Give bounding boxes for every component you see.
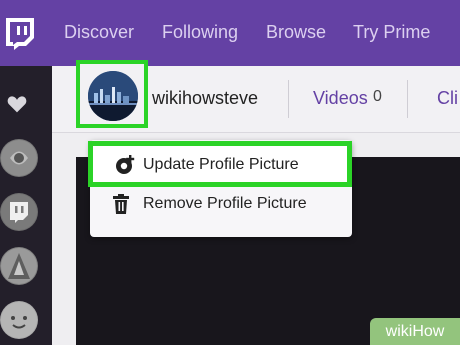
update-profile-picture-label: Update Profile Picture — [143, 156, 299, 173]
nav-discover[interactable]: Discover — [64, 22, 134, 43]
profile-avatar[interactable] — [88, 71, 138, 121]
update-profile-picture-item[interactable]: Update Profile Picture — [88, 141, 352, 187]
trash-icon — [113, 194, 129, 214]
twitch-logo-icon — [1, 194, 37, 230]
followed-channel-avatar[interactable] — [0, 247, 38, 285]
heart-icon[interactable] — [7, 94, 27, 114]
channel-avatar-image — [1, 140, 37, 176]
sidebar — [0, 66, 52, 345]
watermark-text: wikiHow — [385, 322, 445, 340]
channel-avatar-image — [1, 302, 37, 338]
videos-count: 0 — [373, 88, 382, 105]
twitch-logo-icon[interactable] — [2, 16, 38, 50]
channel-avatar-image — [1, 248, 37, 284]
remove-profile-picture-item[interactable]: Remove Profile Picture — [90, 187, 352, 223]
nav-following[interactable]: Following — [162, 22, 238, 43]
top-navigation-bar: Discover Following Browse Try Prime — [0, 0, 460, 66]
clips-tab[interactable]: Cli — [437, 88, 458, 109]
wikihow-watermark: wikiHow — [370, 318, 460, 345]
header-divider — [288, 80, 289, 118]
followed-channel-avatar[interactable] — [0, 301, 38, 339]
nav-try-prime[interactable]: Try Prime — [353, 22, 430, 43]
videos-tab[interactable]: Videos — [313, 88, 368, 109]
followed-channel-avatar[interactable] — [0, 139, 38, 177]
followed-channel-avatar[interactable] — [0, 193, 38, 231]
header-divider — [407, 80, 408, 118]
add-photo-icon — [116, 155, 135, 174]
profile-avatar-image — [88, 71, 138, 121]
channel-username[interactable]: wikihowsteve — [152, 88, 258, 109]
nav-browse[interactable]: Browse — [266, 22, 326, 43]
remove-profile-picture-label: Remove Profile Picture — [143, 195, 307, 212]
